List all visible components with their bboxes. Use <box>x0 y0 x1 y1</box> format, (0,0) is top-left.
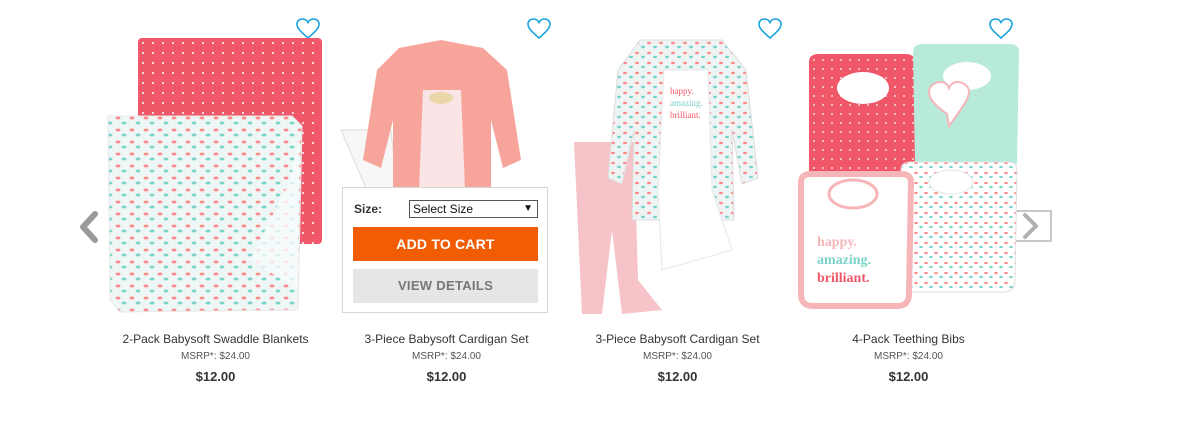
size-select-value: Select Size <box>413 202 474 216</box>
svg-text:amazing.: amazing. <box>670 98 703 108</box>
chevron-left-icon <box>80 211 98 243</box>
product-price: $12.00 <box>888 369 929 384</box>
product-msrp: MSRP*: $24.00 <box>874 351 943 362</box>
add-to-cart-button[interactable]: ADD TO CART <box>353 227 538 261</box>
carousel-prev-button[interactable] <box>76 210 102 244</box>
bib-text-line2: amazing. <box>817 253 871 268</box>
product-image-teething-bibs[interactable]: happy. amazing. brilliant. <box>793 30 1024 320</box>
product-msrp: MSRP*: $24.00 <box>181 351 250 362</box>
product-name[interactable]: 2-Pack Babysoft Swaddle Blankets <box>100 332 331 346</box>
bib-text-line1: happy. <box>817 235 857 250</box>
product-name[interactable]: 3-Piece Babysoft Cardigan Set <box>331 332 562 346</box>
product-name[interactable]: 4-Pack Teething Bibs <box>793 332 1024 346</box>
quick-add-panel: Size: Select Size ▼ ADD TO CART VIEW DET… <box>342 187 548 313</box>
product-image-swaddle-blankets[interactable] <box>100 30 331 320</box>
product-msrp: MSRP*: $24.00 <box>412 351 481 362</box>
product-price: $12.00 <box>657 369 698 384</box>
product-card: happy. amazing. brilliant. 4-Pack Teethi… <box>793 0 1024 400</box>
product-card: happy. amazing. brilliant. 3-Piece Babys… <box>562 0 793 400</box>
product-card: 2-Pack Babysoft Swaddle Blankets MSRP*: … <box>100 0 331 400</box>
product-image-patterned-cardigan-set[interactable]: happy. amazing. brilliant. <box>562 30 793 320</box>
product-carousel: 2-Pack Babysoft Swaddle Blankets MSRP*: … <box>0 0 1198 426</box>
product-price: $12.00 <box>195 369 236 384</box>
svg-text:brilliant.: brilliant. <box>670 110 701 120</box>
svg-text:happy.: happy. <box>670 86 694 96</box>
size-label: Size: <box>354 202 383 216</box>
view-details-button[interactable]: VIEW DETAILS <box>353 269 538 303</box>
product-msrp: MSRP*: $24.00 <box>643 351 712 362</box>
product-price: $12.00 <box>426 369 467 384</box>
bib-text-line3: brilliant. <box>817 271 870 286</box>
product-name[interactable]: 3-Piece Babysoft Cardigan Set <box>562 332 793 346</box>
size-select[interactable]: Select Size ▼ <box>409 200 538 218</box>
chevron-down-icon: ▼ <box>523 203 533 214</box>
